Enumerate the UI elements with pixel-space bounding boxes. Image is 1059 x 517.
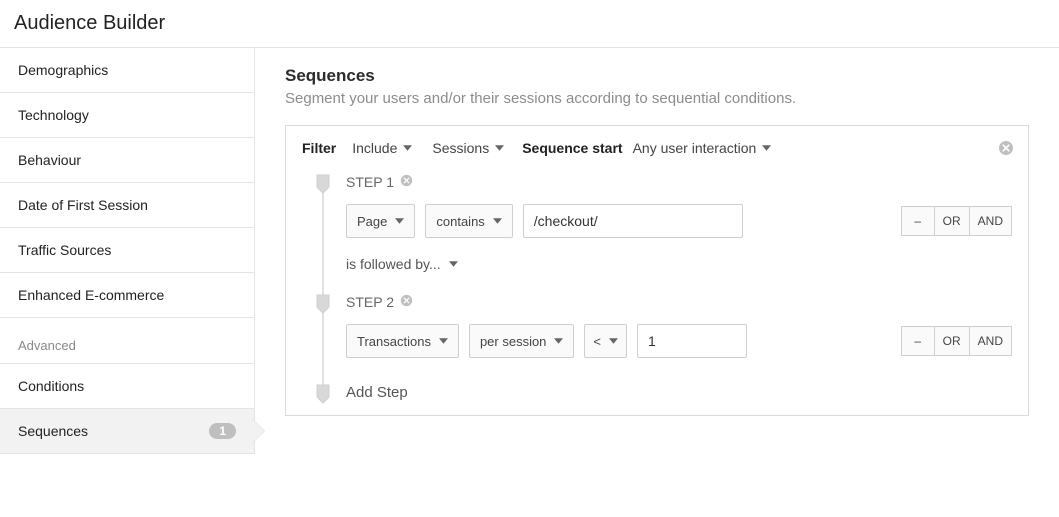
sidebar-item-behaviour[interactable]: Behaviour [0, 138, 254, 183]
sidebar-item-label: Sequences [18, 423, 88, 439]
metric-scope-value: per session [480, 334, 546, 349]
metric-scope-dropdown[interactable]: per session [469, 324, 574, 358]
content-pane: Sequences Segment your users and/or thei… [255, 48, 1059, 454]
sidebar-item-sequences[interactable]: Sequences 1 [0, 409, 254, 454]
and-button[interactable]: AND [970, 206, 1012, 236]
condition-op-group: – OR AND [901, 206, 1012, 236]
filter-label: Filter [302, 140, 336, 156]
sidebar-item-count-badge: 1 [209, 423, 236, 439]
sidebar-item-label: Traffic Sources [18, 242, 111, 258]
page-title: Audience Builder [0, 0, 1059, 47]
caret-down-icon [395, 218, 404, 224]
sidebar-item-technology[interactable]: Technology [0, 93, 254, 138]
caret-down-icon [762, 145, 771, 151]
dimension-dropdown[interactable]: Page [346, 204, 415, 238]
sidebar-item-conditions[interactable]: Conditions [0, 363, 254, 409]
sequence-start-label: Sequence start [522, 140, 622, 156]
include-exclude-dropdown[interactable]: Include [352, 140, 412, 156]
or-button[interactable]: OR [935, 206, 970, 236]
sidebar-item-label: Date of First Session [18, 197, 148, 213]
step-title: STEP 1 [346, 174, 394, 190]
sidebar-item-date-first-session[interactable]: Date of First Session [0, 183, 254, 228]
sidebar-item-label: Conditions [18, 378, 84, 394]
sequence-step-2: STEP 2 Transactions per session [346, 294, 1012, 378]
caret-down-icon [449, 261, 458, 267]
step-connector-value: is followed by... [346, 256, 441, 272]
scope-dropdown[interactable]: Sessions [432, 140, 504, 156]
sidebar-item-label: Enhanced E-commerce [18, 287, 164, 303]
step-marker-icon [316, 384, 330, 404]
filter-row: Filter Include Sessions Sequence start A… [302, 140, 1012, 156]
step-marker-icon [316, 174, 330, 194]
caret-down-icon [439, 338, 448, 344]
match-type-value: contains [436, 214, 484, 229]
remove-step-icon[interactable] [400, 174, 413, 190]
sidebar: Demographics Technology Behaviour Date o… [0, 48, 255, 454]
section-title: Sequences [285, 66, 1029, 86]
comparison-operator-dropdown[interactable]: < [584, 324, 627, 358]
condition-op-group: – OR AND [901, 326, 1012, 356]
caret-down-icon [493, 218, 502, 224]
caret-down-icon [495, 145, 504, 151]
metric-value-input[interactable] [637, 324, 747, 358]
scope-value: Sessions [432, 140, 489, 156]
metric-dropdown[interactable]: Transactions [346, 324, 459, 358]
step-marker-icon [316, 294, 330, 314]
and-button[interactable]: AND [970, 326, 1012, 356]
sidebar-item-label: Demographics [18, 62, 108, 78]
add-step-row[interactable]: Add Step [346, 384, 1012, 401]
remove-step-icon[interactable] [400, 294, 413, 310]
add-step-label: Add Step [346, 384, 1012, 401]
or-button[interactable]: OR [935, 326, 970, 356]
remove-condition-button[interactable]: – [901, 206, 935, 236]
sequence-start-value: Any user interaction [633, 140, 757, 156]
metric-value: Transactions [357, 334, 431, 349]
step-title: STEP 2 [346, 294, 394, 310]
sidebar-item-label: Behaviour [18, 152, 81, 168]
timeline-line [322, 184, 324, 391]
sequence-panel: Filter Include Sessions Sequence start A… [285, 125, 1029, 416]
match-type-dropdown[interactable]: contains [425, 204, 512, 238]
sidebar-item-enhanced-ecommerce[interactable]: Enhanced E-commerce [0, 273, 254, 318]
remove-sequence-icon[interactable] [998, 140, 1014, 161]
remove-condition-button[interactable]: – [901, 326, 935, 356]
section-subtitle: Segment your users and/or their sessions… [285, 90, 1029, 107]
sequence-step-1: STEP 1 Page contains [346, 174, 1012, 294]
sidebar-item-label: Technology [18, 107, 89, 123]
caret-down-icon [403, 145, 412, 151]
sequence-start-dropdown[interactable]: Any user interaction [633, 140, 772, 156]
dimension-value-input[interactable] [523, 204, 743, 238]
sequence-timeline: STEP 1 Page contains [302, 174, 1012, 401]
caret-down-icon [554, 338, 563, 344]
dimension-value: Page [357, 214, 387, 229]
step-connector-dropdown[interactable]: is followed by... [346, 256, 1012, 272]
sidebar-item-traffic-sources[interactable]: Traffic Sources [0, 228, 254, 273]
caret-down-icon [609, 338, 618, 344]
include-exclude-value: Include [352, 140, 397, 156]
sidebar-item-demographics[interactable]: Demographics [0, 48, 254, 93]
comparison-operator-value: < [593, 334, 601, 349]
sidebar-group-advanced: Advanced [0, 318, 254, 363]
